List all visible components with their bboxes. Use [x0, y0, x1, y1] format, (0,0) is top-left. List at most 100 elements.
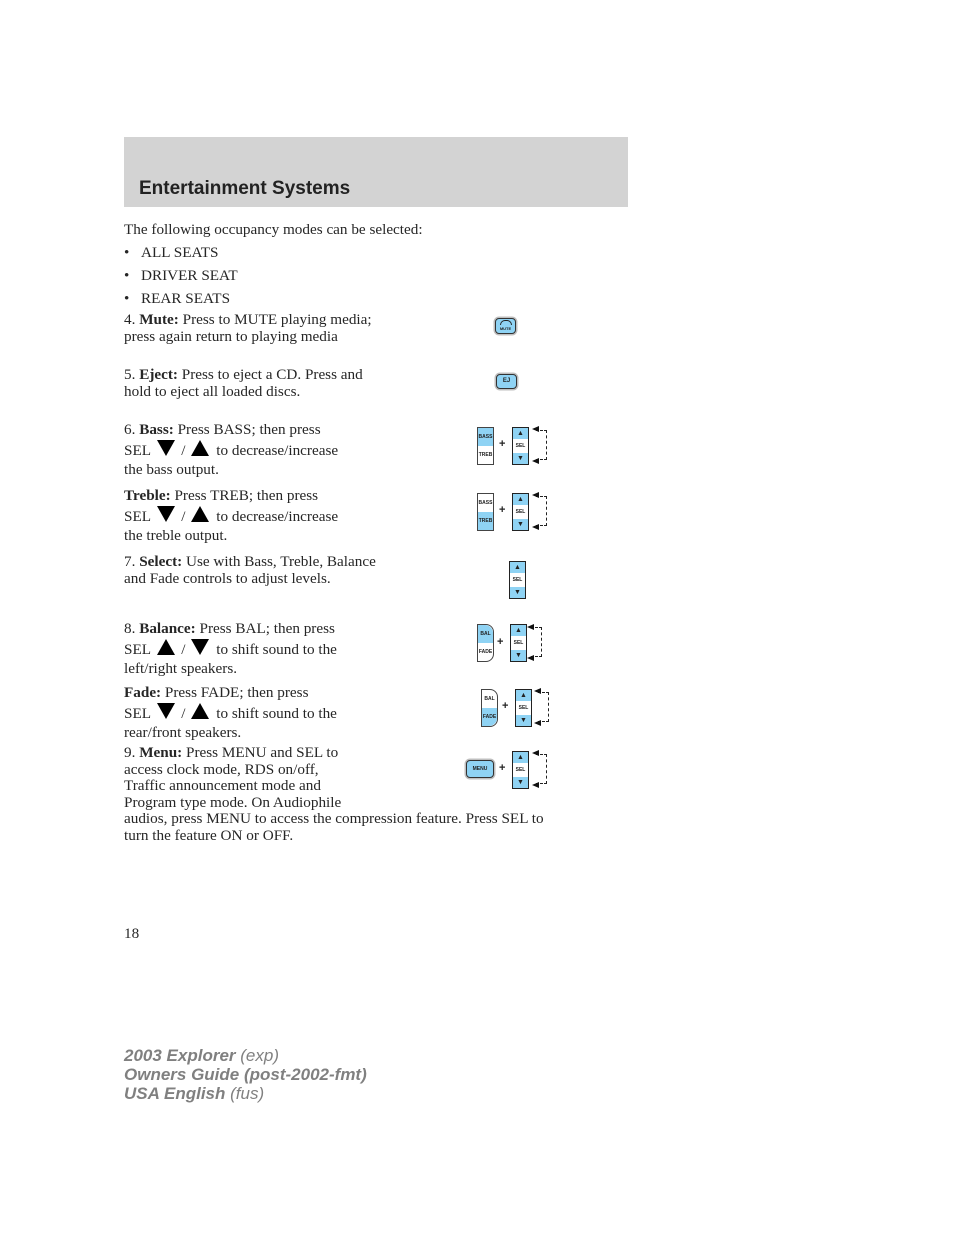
down-arrow-icon: ▼: [516, 715, 531, 726]
treb-label: TREB: [478, 512, 493, 530]
arrow-left-icon: [532, 492, 539, 498]
balance-description: 8. Balance: Press BAL; then press SEL / …: [124, 619, 337, 679]
item-number: 4.: [124, 311, 136, 328]
sel-label: SEL: [515, 767, 526, 773]
bullet-icon: •: [124, 244, 130, 261]
sel-label: SEL: [124, 507, 151, 525]
list-item-label: REAR SEATS: [141, 290, 231, 307]
down-arrow-icon: ▼: [510, 587, 525, 598]
item-number: 5.: [124, 366, 136, 383]
sel-label: SEL: [512, 577, 523, 583]
bal-fade-button: BAL FADE: [481, 689, 498, 727]
intro-text: The following occupancy modes can be sel…: [124, 221, 423, 238]
phone-icon: [500, 320, 512, 325]
arrow-left-icon: [532, 426, 539, 432]
arrow-left-icon: [527, 655, 534, 661]
item-text: rear/front speakers.: [124, 724, 242, 741]
plus-sign: +: [499, 762, 506, 774]
fade-label: FADE: [482, 708, 497, 726]
item-text: turn the feature ON or OFF.: [124, 826, 294, 844]
plus-sign: +: [502, 700, 509, 712]
sel-label: SEL: [518, 705, 529, 711]
sel-label: SEL: [124, 704, 151, 722]
item-term: Menu:: [139, 744, 183, 761]
footer-language: USA English: [124, 1084, 226, 1103]
item-number: 6.: [124, 421, 136, 438]
item-term: Mute:: [139, 311, 179, 328]
sel-label: SEL: [124, 441, 151, 459]
item-text: to decrease/increase: [216, 441, 339, 459]
bal-label: BAL: [478, 625, 493, 643]
list-item: • ALL SEATS: [124, 244, 219, 262]
footer-guide: Owners Guide (post-2002-fmt): [124, 1065, 367, 1084]
page-number: 18: [124, 925, 140, 942]
bass-treb-button: BASS TREB: [477, 493, 494, 531]
item-text: Traffic announcement mode and: [124, 777, 321, 794]
plus-sign: +: [499, 438, 506, 450]
footer-model: 2003 Explorer: [124, 1046, 236, 1065]
sel-label: SEL: [124, 640, 151, 658]
item-term: Fade:: [124, 684, 162, 701]
arrow-left-icon: [532, 524, 539, 530]
down-arrow-icon: [157, 505, 176, 522]
list-item-label: DRIVER SEAT: [141, 267, 238, 284]
sel-button: ▲ SEL ▼: [512, 751, 529, 789]
fade-description: Fade: Press FADE; then press SEL / to sh…: [124, 683, 337, 743]
arrow-left-icon: [534, 688, 541, 694]
mute-button: MUTE: [495, 318, 516, 334]
slash: /: [181, 704, 186, 722]
down-arrow-icon: [157, 702, 176, 719]
section-title: Entertainment Systems: [139, 178, 351, 199]
slash: /: [181, 441, 186, 459]
up-arrow-icon: ▲: [510, 562, 525, 573]
item-term: Treble:: [124, 487, 171, 504]
cycle-bracket: [531, 627, 542, 657]
item-text: Press FADE; then press: [164, 684, 309, 701]
sel-button: ▲ SEL ▼: [512, 493, 529, 531]
item-text: Press TREB; then press: [174, 487, 319, 504]
down-arrow-icon: [157, 439, 176, 456]
cycle-bracket: [536, 496, 547, 526]
item-text: to decrease/increase: [216, 507, 339, 525]
bullet-icon: •: [124, 290, 130, 307]
slash: /: [181, 507, 186, 525]
arrow-left-icon: [527, 624, 534, 630]
sel-button: ▲ SEL ▼: [512, 427, 529, 465]
item-text: Press BASS; then press: [177, 421, 321, 438]
up-arrow-icon: ▲: [513, 494, 528, 505]
item-text: the bass output.: [124, 461, 219, 478]
item-term: Balance:: [139, 620, 196, 637]
up-arrow-icon: [191, 439, 210, 456]
up-arrow-icon: [191, 702, 210, 719]
up-arrow-icon: ▲: [513, 752, 528, 763]
up-arrow-icon: ▲: [513, 428, 528, 439]
footer-code: (fus): [230, 1084, 265, 1103]
treble-description: Treble: Press TREB; then press SEL / to …: [124, 486, 338, 546]
bal-fade-button: BAL FADE: [477, 624, 494, 662]
item-term: Eject:: [139, 366, 178, 383]
item-term: Select:: [139, 553, 183, 570]
item-term: Bass:: [139, 421, 174, 438]
slash: /: [181, 640, 186, 658]
section-header: Entertainment Systems: [124, 137, 628, 207]
bass-label: BASS: [478, 428, 493, 446]
sel-button: ▲ SEL ▼: [509, 561, 526, 599]
mute-description: 4. Mute: Press to MUTE playing media; pr…: [124, 311, 379, 345]
list-item: • REAR SEATS: [124, 290, 230, 308]
up-arrow-icon: [191, 505, 210, 522]
up-arrow-icon: [157, 638, 176, 655]
sel-label: SEL: [513, 640, 524, 646]
down-arrow-icon: ▼: [511, 650, 526, 661]
bass-treb-button: BASS TREB: [477, 427, 494, 465]
up-arrow-icon: ▲: [511, 625, 526, 636]
sel-label: SEL: [515, 443, 526, 449]
arrow-left-icon: [532, 750, 539, 756]
treb-label: TREB: [478, 452, 493, 458]
item-text: audios, press MENU to access the compres…: [124, 810, 544, 827]
mute-label: MUTE: [499, 326, 512, 331]
cycle-bracket: [538, 692, 549, 722]
fade-label: FADE: [478, 649, 493, 655]
item-number: 8.: [124, 620, 136, 637]
bal-label: BAL: [484, 696, 495, 702]
select-description: 7. Select: Use with Bass, Treble, Balanc…: [124, 553, 379, 587]
